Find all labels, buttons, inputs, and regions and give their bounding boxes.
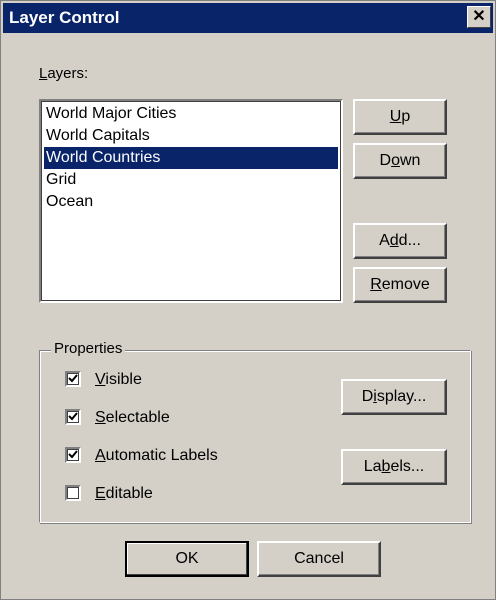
check-icon xyxy=(68,450,78,459)
automatic-labels-label: Automatic Labels xyxy=(95,447,218,464)
cancel-button[interactable]: Cancel xyxy=(257,541,381,577)
check-icon xyxy=(68,412,78,421)
visible-label: Visible xyxy=(95,371,142,388)
layers-label: Layers: xyxy=(39,65,89,82)
display-button[interactable]: Display... xyxy=(341,379,447,415)
layer-item-world-major-cities[interactable]: World Major Cities xyxy=(44,103,338,125)
layer-item-world-capitals[interactable]: World Capitals xyxy=(44,125,338,147)
selectable-checkbox[interactable] xyxy=(65,409,81,425)
remove-button[interactable]: Remove xyxy=(353,267,447,303)
close-button[interactable]: ✕ xyxy=(467,6,491,28)
labels-button[interactable]: Labels... xyxy=(341,449,447,485)
up-button[interactable]: Up xyxy=(353,99,447,135)
title-bar[interactable]: Layer Control ✕ xyxy=(3,3,493,33)
editable-label: Editable xyxy=(95,485,153,502)
ok-button[interactable]: OK xyxy=(125,541,249,577)
check-icon xyxy=(68,374,78,383)
layers-listbox[interactable]: World Major Cities World Capitals World … xyxy=(39,99,343,303)
layer-control-dialog: Layer Control ✕ Layers: World Major Citi… xyxy=(0,0,496,600)
close-icon: ✕ xyxy=(472,8,486,25)
selectable-label: Selectable xyxy=(95,409,170,426)
editable-checkbox[interactable] xyxy=(65,485,81,501)
layer-item-grid[interactable]: Grid xyxy=(44,169,338,191)
automatic-labels-checkbox[interactable] xyxy=(65,447,81,463)
layer-item-ocean[interactable]: Ocean xyxy=(44,191,338,213)
down-button[interactable]: Down xyxy=(353,143,447,179)
properties-title: Properties xyxy=(51,340,126,357)
layer-item-world-countries[interactable]: World Countries xyxy=(44,147,338,169)
visible-checkbox[interactable] xyxy=(65,371,81,387)
add-button[interactable]: Add... xyxy=(353,223,447,259)
window-title: Layer Control xyxy=(9,8,120,27)
